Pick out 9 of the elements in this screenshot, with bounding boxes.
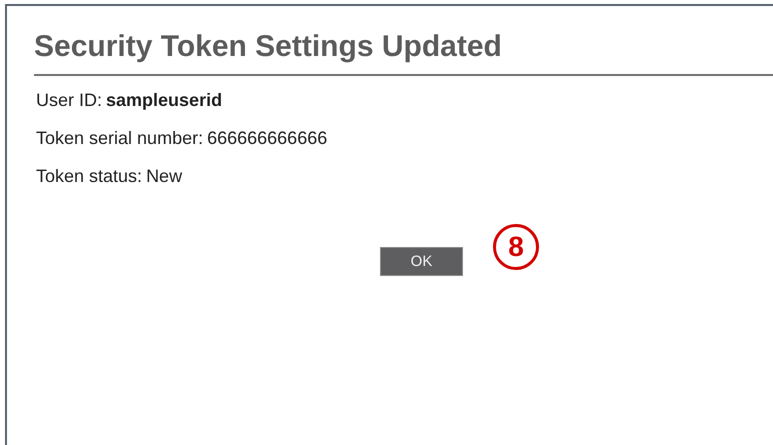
ok-button[interactable]: OK (380, 247, 463, 276)
field-label: Token status: (36, 166, 142, 187)
field-label: Token serial number: (36, 128, 204, 149)
field-value: sampleuserid (106, 90, 222, 111)
page-title: Security Token Settings Updated (33, 29, 503, 65)
field-value: New (146, 166, 182, 187)
step-callout: 8 (493, 224, 539, 270)
field-label: User ID: (36, 90, 102, 111)
field-value: 666666666666 (207, 128, 328, 149)
